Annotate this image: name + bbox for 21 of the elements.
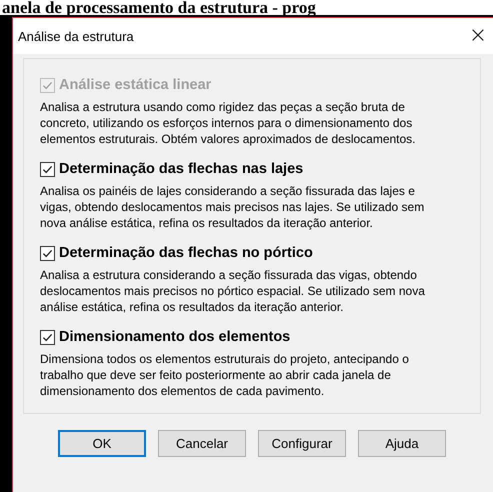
check-icon — [42, 248, 53, 258]
option-description: Dimensiona todos os elementos estruturais do projeto, antecipando o trabalho que deve ser feito posteriormente ao abrir cada janela de dimensionamento dos elementos de cada pavimento. — [40, 351, 410, 399]
option-label: Dimensionamento dos elementos — [59, 329, 290, 345]
dialog-button[interactable]: OK — [58, 430, 146, 457]
checkbox[interactable] — [40, 162, 55, 176]
option-description: Analisa os painéis de lajes considerando a seção fissurada das lajes e vigas, obtendo deslocamentos mais precisos nas lajes. Se utilizado sem nova análise estática, refina os resultados da iteração anterior. — [40, 183, 426, 231]
option-label: Determinação das flechas nas lajes — [59, 161, 304, 177]
checkbox[interactable] — [40, 246, 55, 260]
dialog-title: Análise da estrutura — [18, 28, 134, 44]
dialog-button[interactable]: Configurar — [258, 430, 346, 457]
check-icon — [42, 332, 53, 342]
checkbox[interactable] — [40, 330, 55, 344]
dialog-button[interactable]: Ajuda — [358, 430, 446, 457]
close-button[interactable]: × — [463, 21, 493, 51]
option-label: Análise estática linear — [59, 77, 212, 93]
option-label: Determinação das flechas no pórtico — [59, 245, 313, 261]
dialog-button[interactable]: Cancelar — [158, 430, 246, 457]
option-description: Analisa a estrutura considerando a seção fissurada das vigas, obtendo deslocamentos mais precisos no pórtico espacial. Se utilizado sem nova análise estática, refina os resultados da iteração anterior. — [40, 267, 426, 315]
option-description: Analisa a estrutura usando como rigidez das peças a seção bruta de concreto, utilizando os esforços internos para o dimensionamento dos elementos estruturais. Obtém valores aproximados de deslocamentos. — [40, 99, 417, 147]
check-icon — [42, 80, 53, 90]
check-icon — [42, 164, 53, 174]
